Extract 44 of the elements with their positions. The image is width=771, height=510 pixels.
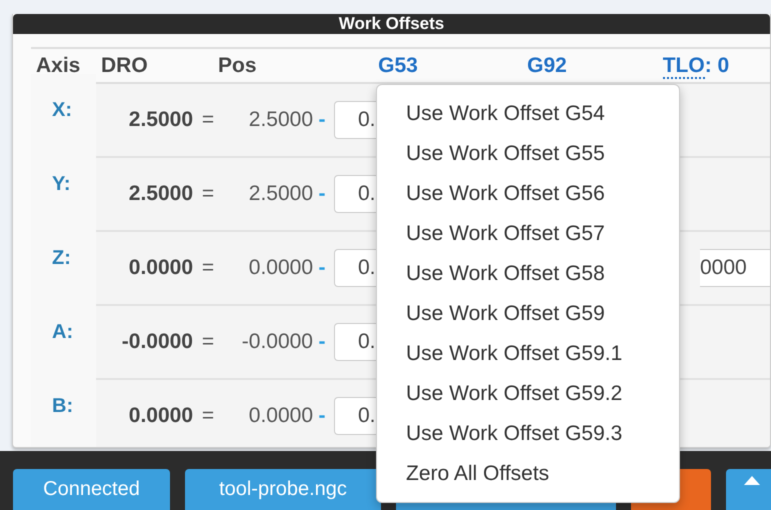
g53-offset-field[interactable]: 0.	[334, 323, 378, 361]
panel-title: Work Offsets	[13, 14, 770, 34]
minus-sign: -	[318, 404, 326, 428]
menu-item[interactable]: Use Work Offset G56	[406, 174, 605, 214]
g53-offset-field[interactable]: 0.	[334, 175, 378, 213]
menu-item[interactable]: Zero All Offsets	[406, 454, 550, 494]
minus-sign: -	[318, 108, 326, 132]
menu-item[interactable]: Use Work Offset G59.1	[406, 334, 622, 374]
column-header: DRO	[100, 54, 149, 78]
dro-value: 0.0000	[128, 256, 193, 280]
arrow-up-icon	[744, 476, 760, 484]
minus-sign: -	[318, 182, 326, 206]
menu-item[interactable]: Use Work Offset G57	[406, 214, 605, 254]
column-link[interactable]: G53	[378, 54, 418, 78]
equals-sign: =	[200, 256, 216, 280]
menu-item[interactable]: Use Work Offset G54	[406, 94, 605, 134]
equals-sign: =	[200, 404, 216, 428]
equals-sign: =	[200, 330, 216, 354]
dro-value: 0.0000	[128, 404, 193, 428]
position-value: 2.5000	[248, 182, 313, 206]
position-value: -0.0000	[240, 330, 313, 354]
minus-sign: -	[318, 330, 326, 354]
position-value: 2.5000	[248, 108, 313, 132]
scroll-up-button[interactable]	[726, 469, 771, 510]
minus-sign: -	[318, 256, 326, 280]
tool-length-offset[interactable]: TLO: 0	[662, 54, 730, 78]
menu-item[interactable]: Use Work Offset G59.2	[406, 374, 622, 414]
equals-sign: =	[200, 182, 216, 206]
menu-item[interactable]: Use Work Offset G55	[406, 134, 605, 174]
g53-offset-field[interactable]: 0.	[334, 101, 378, 139]
column-header: Pos	[217, 54, 258, 78]
dro-value: 2.5000	[128, 182, 193, 206]
position-value: 0.0000	[248, 256, 313, 280]
equals-sign: =	[200, 108, 216, 132]
dro-value: -0.0000	[120, 330, 193, 354]
position-value: 0.0000	[248, 404, 313, 428]
menu-item[interactable]: Use Work Offset G59	[406, 294, 605, 334]
g53-offset-field[interactable]: 0.	[334, 397, 378, 435]
menu-item[interactable]: Use Work Offset G58	[406, 254, 605, 294]
column-link[interactable]: G92	[527, 54, 567, 78]
dro-value: 2.5000	[128, 108, 193, 132]
g92-offset-field[interactable]: 0000	[700, 249, 770, 287]
menu-item[interactable]: Use Work Offset G59.3	[406, 414, 622, 454]
g53-offset-field[interactable]: 0.	[334, 249, 378, 287]
